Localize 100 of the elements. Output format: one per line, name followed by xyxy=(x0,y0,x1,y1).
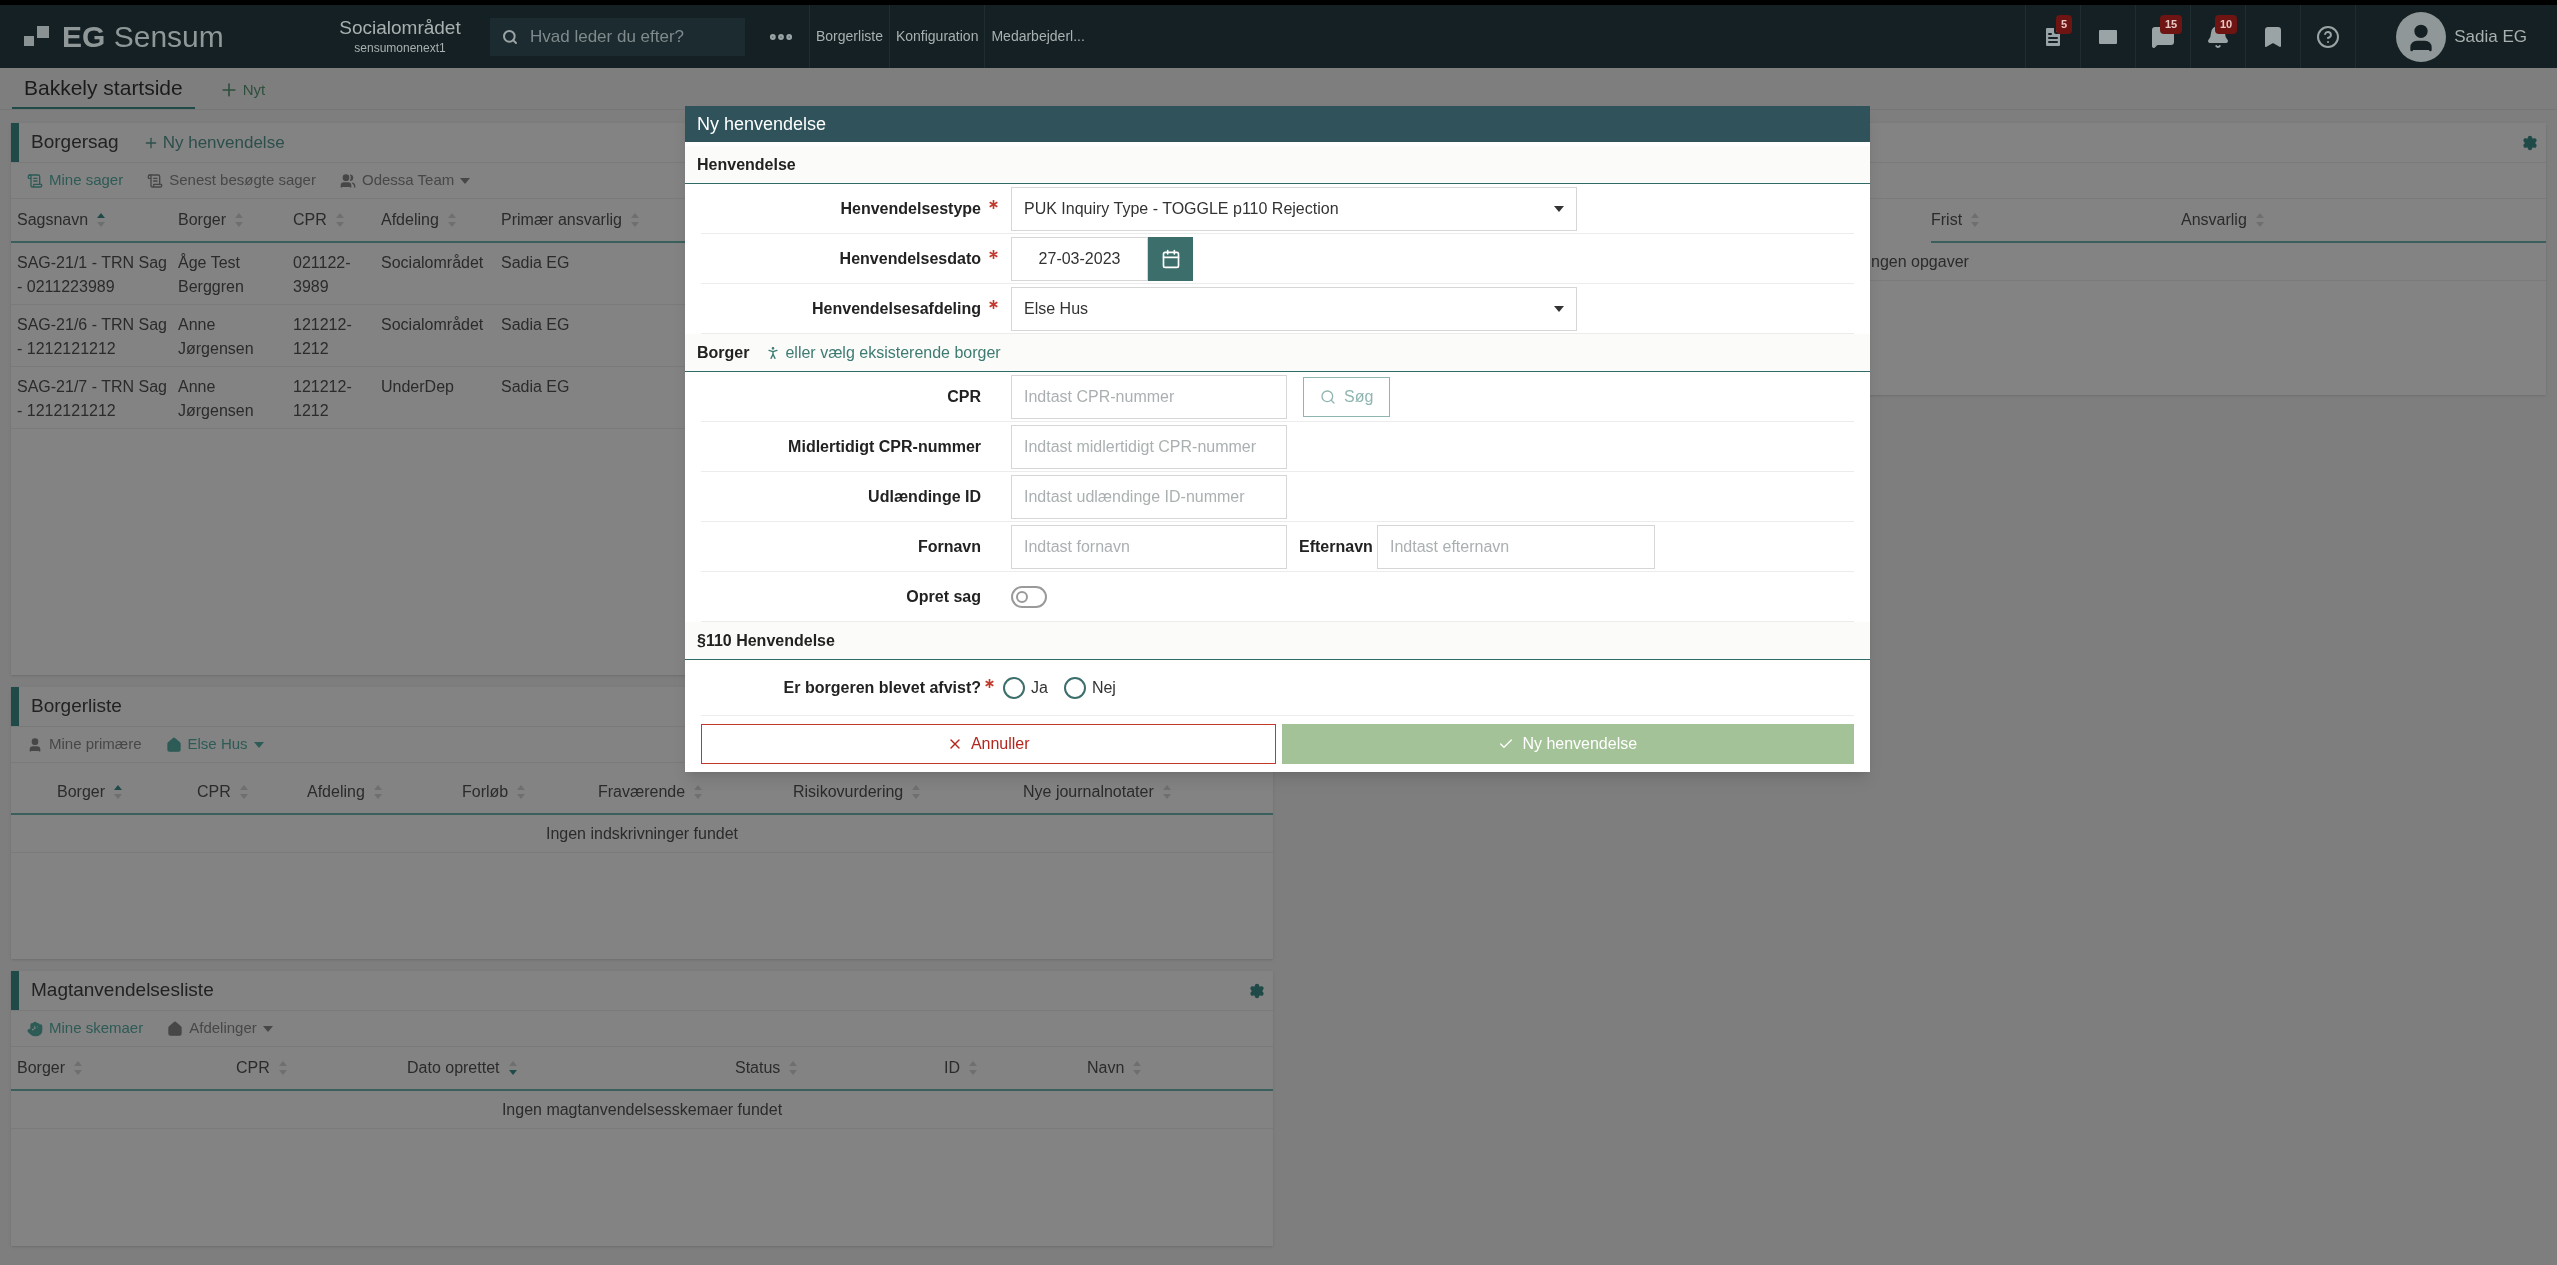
panel-title: Borgerliste xyxy=(31,694,122,719)
nav-link[interactable]: Borgerliste xyxy=(809,5,889,68)
field-label: Henvendelsesafdeling xyxy=(811,298,981,319)
toolbar-button[interactable]: 15 xyxy=(2136,5,2192,68)
section-title: Borger xyxy=(697,342,750,363)
help-icon xyxy=(2316,24,2341,49)
column-header[interactable]: Risikovurdering xyxy=(793,780,904,804)
toolbar-button[interactable]: 10 xyxy=(2191,5,2247,68)
filter-button[interactable]: Mine sager xyxy=(27,169,124,192)
radio-option[interactable]: Ja xyxy=(1003,675,1048,700)
first-name-field[interactable]: Indtast fornavn xyxy=(1011,524,1287,569)
org-name: Socialområdet xyxy=(339,15,461,40)
column-header[interactable]: Borger xyxy=(17,1056,66,1080)
search-icon xyxy=(502,28,518,45)
column-header[interactable]: Dato oprettet xyxy=(407,1056,500,1080)
table-cell-text: SAG-21/1 - TRN Sag - 0211223989 xyxy=(17,253,168,297)
submit-button[interactable]: Ny henvendelse xyxy=(1281,724,1854,764)
column-header[interactable]: Nye journalnotater xyxy=(1023,780,1154,804)
column-header[interactable]: Borger xyxy=(178,208,227,232)
column-header[interactable]: Afdeling xyxy=(381,208,439,232)
table-cell-text: Sadia EG xyxy=(501,253,571,273)
table-cell-text: Sadia EG xyxy=(501,315,571,335)
column-header[interactable]: Status xyxy=(735,1056,781,1080)
caret-icon xyxy=(1554,305,1564,312)
search-field[interactable]: Hvad leder du efter? xyxy=(490,17,745,56)
column-header[interactable]: Forløb xyxy=(462,780,509,804)
panel-title: Magtanvendelsesliste xyxy=(31,978,214,1003)
table-cell-text: Anne Jørgensen xyxy=(178,377,255,421)
cpr-field[interactable]: Indtast CPR-nummer xyxy=(1011,374,1287,419)
column-header[interactable]: CPR xyxy=(236,1056,270,1080)
filter-button[interactable]: Afdelinger xyxy=(167,1017,273,1040)
field-label: Fornavn xyxy=(916,536,981,557)
nav-link[interactable]: Konfiguration xyxy=(888,5,985,68)
column-header[interactable]: Sagsnavn xyxy=(17,208,89,232)
field-label: Udlændinge ID xyxy=(867,486,981,507)
column-header[interactable]: Afdeling xyxy=(307,780,365,804)
filter-button[interactable]: Senest besøgte sager xyxy=(147,169,316,192)
table-cell-text: Sadia EG xyxy=(501,377,571,397)
column-header[interactable]: Primær ansvarlig xyxy=(501,208,622,232)
empty-message: Ingen indskrivninger fundet xyxy=(545,823,739,844)
person-icon xyxy=(27,736,43,753)
home-icon xyxy=(167,1020,184,1037)
user-name: Sadia EG xyxy=(2454,25,2527,48)
select-field[interactable]: Else Hus xyxy=(1011,286,1577,331)
accent-bar xyxy=(11,687,19,726)
date-field[interactable]: 27-03-2023 xyxy=(1011,236,1148,281)
filter-button[interactable]: Mine primære xyxy=(27,733,142,756)
page-tab[interactable]: Bakkely startside xyxy=(12,71,195,109)
filter-button[interactable]: Mine skemaer xyxy=(27,1017,144,1040)
logo-icon xyxy=(24,25,50,48)
column-header[interactable]: Ansvarlig xyxy=(2181,208,2247,232)
new-tab-button[interactable]: Nyt xyxy=(218,78,266,109)
table-cell-text: 121212-1212 xyxy=(293,377,353,421)
column-header[interactable]: Frist xyxy=(1931,208,1963,232)
dialog-title: Ny henvendelse xyxy=(697,112,827,136)
count-badge: 5 xyxy=(2056,15,2073,34)
accent-bar xyxy=(11,971,19,1010)
nav-link[interactable]: Medarbejderl... xyxy=(984,5,1091,68)
input-field[interactable]: Indtast midlertidigt CPR-nummer xyxy=(1011,424,1287,469)
scroll-icon xyxy=(27,172,43,189)
column-header[interactable]: CPR xyxy=(293,208,327,232)
select-field[interactable]: PUK Inquiry Type - TOGGLE p110 Rejection xyxy=(1011,186,1577,231)
question-label: Er borgeren blevet afvist? xyxy=(782,677,981,698)
column-header[interactable]: ID xyxy=(944,1056,960,1080)
table-cell-text: Socialområdet xyxy=(381,315,485,335)
toggle-switch[interactable] xyxy=(1011,585,1047,608)
table-cell-text: SAG-21/7 - TRN Sag - 1212121212 xyxy=(17,377,168,421)
search-button[interactable]: Søg xyxy=(1303,376,1391,417)
table-cell-text: 121212-1212 xyxy=(293,315,353,359)
field-label: Henvendelsestype xyxy=(839,198,981,219)
input-field[interactable]: Indtast udlændinge ID-nummer xyxy=(1011,474,1287,519)
table-cell-text: SAG-21/6 - TRN Sag - 1212121212 xyxy=(17,315,168,359)
field-label: Henvendelsesdato xyxy=(838,248,981,269)
cancel-button[interactable]: Annuller xyxy=(701,724,1276,764)
caret-icon xyxy=(1554,205,1564,212)
table-cell-text: UnderDep xyxy=(381,377,455,397)
new-inquiry-button[interactable]: Ny henvendelse xyxy=(142,129,285,156)
table-cell-text: Anne Jørgensen xyxy=(178,315,255,359)
server-name: sensumonenext1 xyxy=(354,40,446,58)
users-icon xyxy=(339,172,356,189)
calendar-button[interactable] xyxy=(1148,236,1193,281)
field-label: CPR xyxy=(946,386,981,407)
radio-option[interactable]: Nej xyxy=(1063,675,1116,700)
toolbar-button[interactable]: 5 xyxy=(2026,5,2082,68)
column-header[interactable]: Borger xyxy=(57,780,106,804)
last-name-field[interactable]: Indtast efternavn xyxy=(1377,524,1655,569)
logo-text: EG Sensum xyxy=(62,19,224,55)
section-title: Henvendelse xyxy=(697,154,796,175)
count-badge: 15 xyxy=(2160,15,2183,34)
choose-citizen-link[interactable]: eller vælg eksisterende borger xyxy=(765,340,1001,365)
filter-button[interactable]: Odessa Team xyxy=(339,169,471,192)
empty-message: Ingen magtanvendelsesskemaer fundet xyxy=(501,1099,783,1120)
column-header[interactable]: Navn xyxy=(1087,1056,1125,1080)
settings-icon[interactable] xyxy=(2522,134,2538,151)
column-header[interactable]: CPR xyxy=(197,780,231,804)
column-header[interactable]: Fraværende xyxy=(598,780,686,804)
settings-icon[interactable] xyxy=(1249,982,1265,999)
filter-button[interactable]: Else Hus xyxy=(165,733,264,756)
table-cell-text: 021122-3989 xyxy=(293,253,352,297)
table-cell-text: Åge Test Berggren xyxy=(178,252,245,297)
